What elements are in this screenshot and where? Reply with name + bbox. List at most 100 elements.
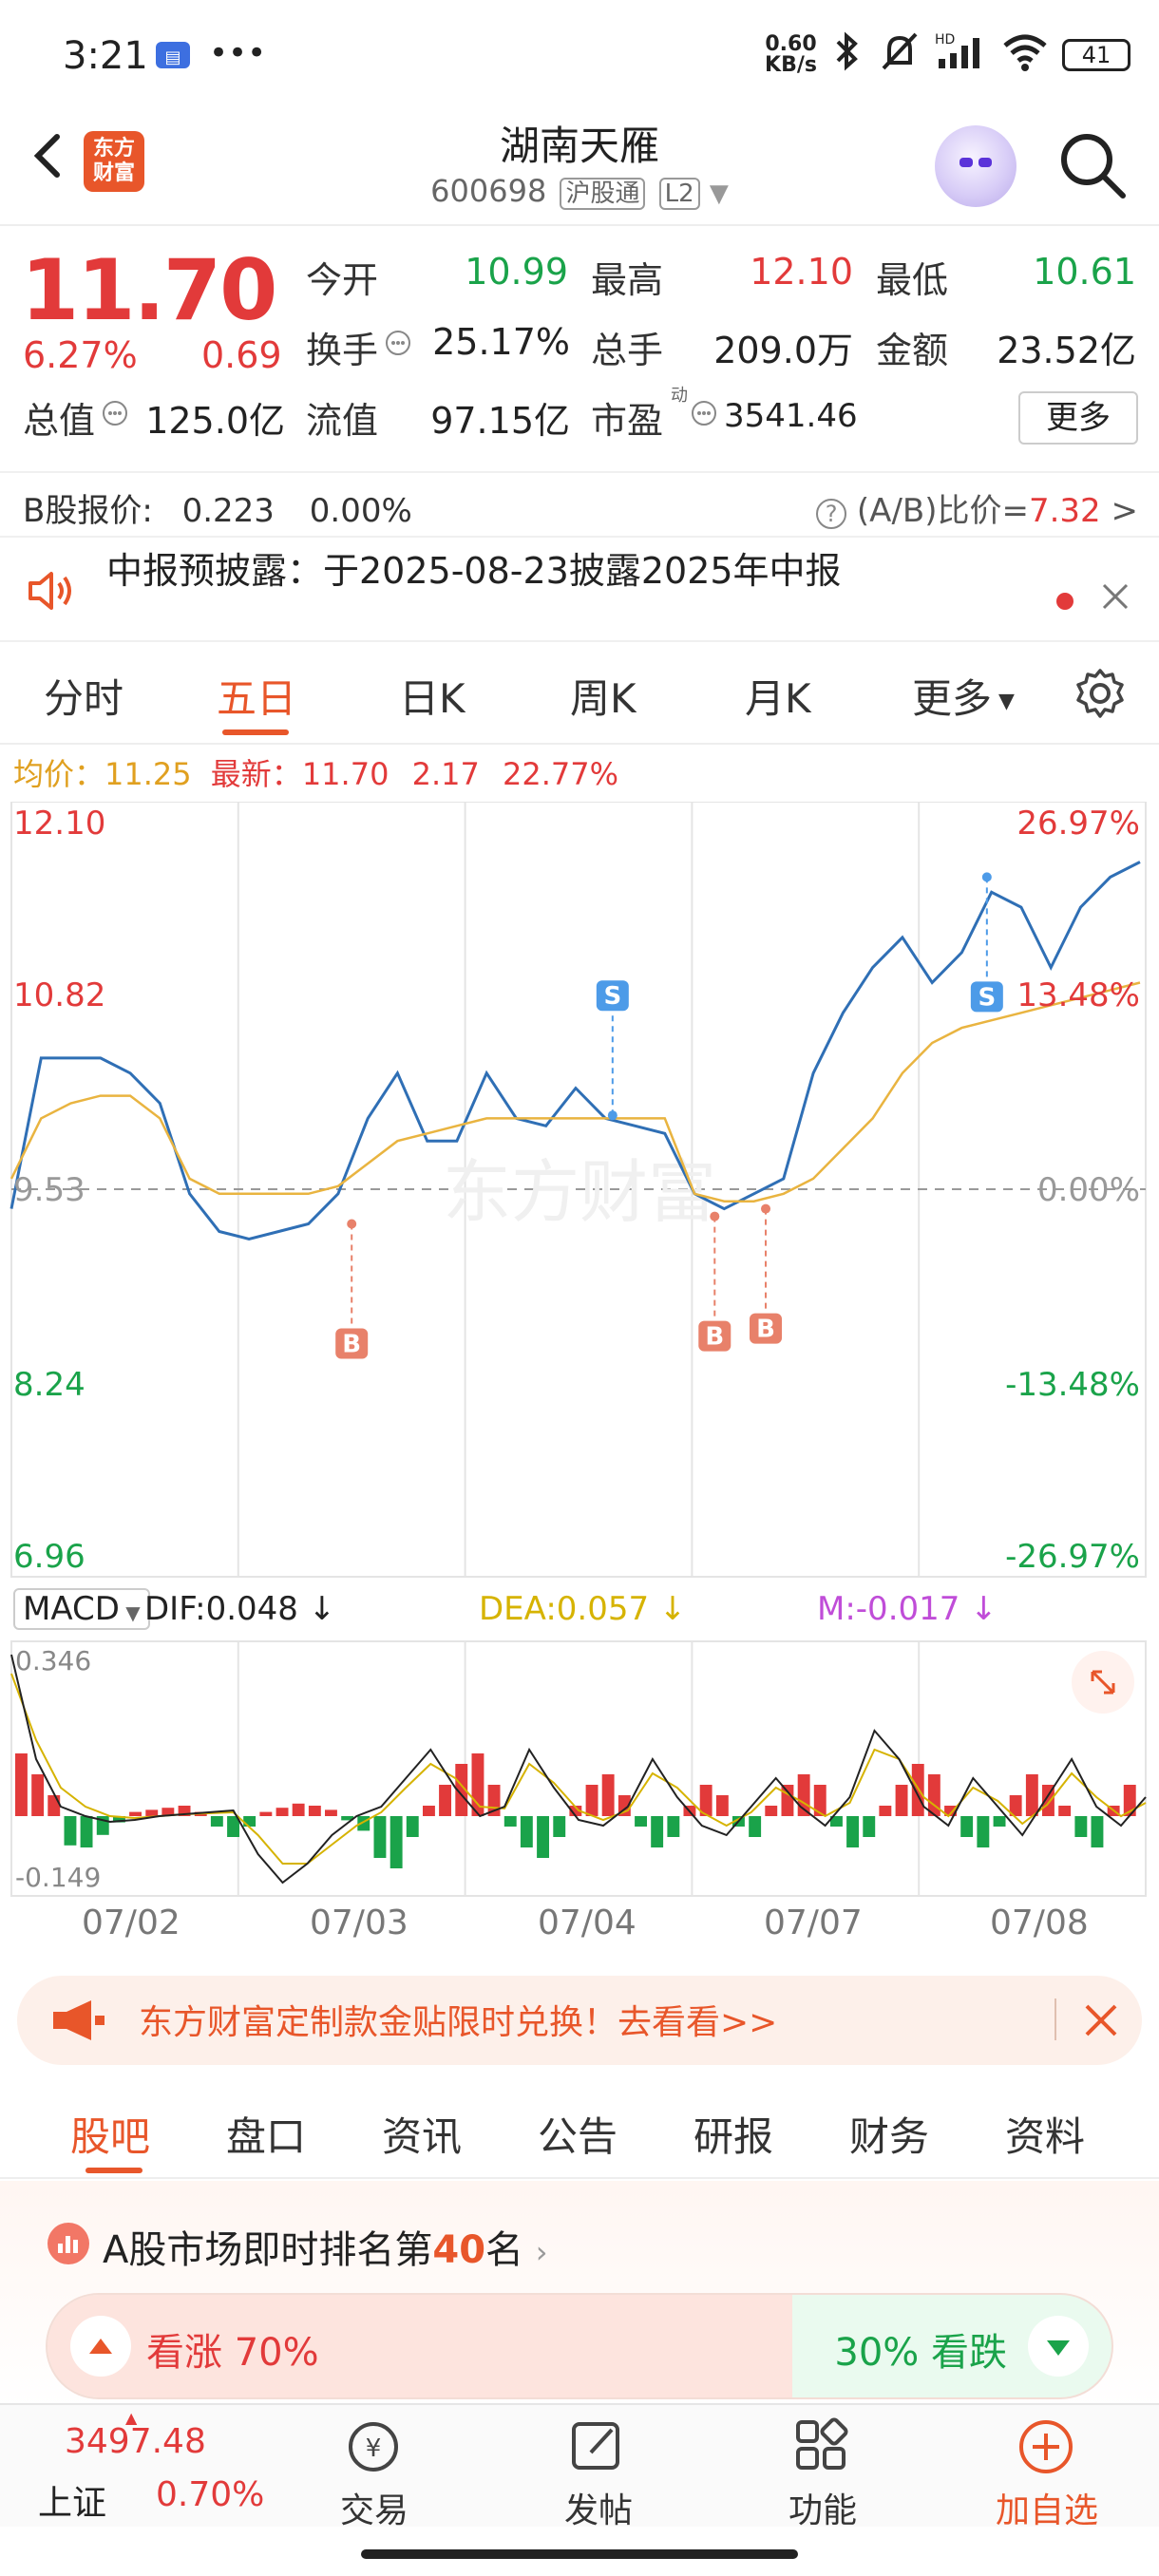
info-icon[interactable] (101, 399, 129, 431)
level-tag: L2 (658, 178, 700, 210)
bearish-text: 30% 看跌 (834, 2331, 1007, 2375)
macd-bar (325, 1809, 337, 1816)
macd-chart[interactable]: 0.346 -0.149 (0, 1634, 1159, 1904)
more-button[interactable]: 更多 (1018, 391, 1138, 445)
promo-text: 东方财富定制款金贴限时兑换！去看看>> (139, 2003, 778, 2042)
macd-dea: DEA:0.057 ↓ (479, 1590, 687, 1628)
promo-banner[interactable]: 东方财富定制款金贴限时兑换！去看看>> (17, 1976, 1142, 2065)
network-speed: 0.60 KB/s (765, 31, 817, 77)
home-indicator (361, 2549, 798, 2559)
back-button[interactable] (21, 127, 78, 184)
total-value-label: 总值 (23, 400, 96, 442)
bar-chart-icon (48, 2223, 89, 2264)
expand-icon[interactable] (1072, 1651, 1134, 1714)
search-icon[interactable] (1054, 127, 1130, 203)
status-bar: 3:21 ▤ ••• 0.60 KB/s HD 41 (0, 0, 1159, 114)
active-tab-indicator (222, 729, 289, 735)
macd-bar (911, 1764, 924, 1816)
sentiment-vote: 看涨 70% 30% 看跌 (48, 2295, 1112, 2397)
macd-bar (960, 1816, 974, 1837)
pe-value: 3541.46 (724, 397, 858, 435)
rank-number: 40 (432, 2228, 486, 2272)
float-value-label: 流值 (306, 400, 379, 442)
settings-gear-icon[interactable] (1074, 667, 1127, 724)
tab-profile[interactable]: 资料 (1005, 2105, 1085, 2163)
tab-announcements[interactable]: 公告 (538, 2105, 618, 2163)
notice-bar[interactable]: 中报预披露：于2025-08-23披露2025年中报 (0, 541, 1159, 642)
nav-trade[interactable]: 交易 (308, 2483, 441, 2532)
close-icon[interactable] (1083, 2002, 1119, 2042)
macd-bar (715, 1795, 729, 1816)
y-tick-label: 8.24 (13, 1366, 86, 1404)
vote-down-button[interactable] (1028, 2316, 1089, 2377)
tab-more[interactable]: 更多 ▼ (912, 667, 1015, 725)
macd-bar (585, 1785, 598, 1816)
pe-dynamic-mark: 动 (671, 386, 688, 406)
macd-bar (879, 1806, 892, 1816)
grid-icon (788, 2416, 855, 2477)
y-tick-label: 9.53 (13, 1171, 86, 1209)
change-percent: 6.27% (23, 334, 138, 376)
index-value[interactable]: 3497.48 (65, 2422, 206, 2461)
tab-order-book[interactable]: 盘口 (226, 2105, 306, 2163)
tab-daily-k[interactable]: 日K (399, 667, 466, 725)
y-tick-label: 10.82 (13, 976, 105, 1014)
date-label: 07/04 (538, 1904, 636, 1942)
macd-bottom-label: -0.149 (15, 1862, 101, 1893)
macd-bar (406, 1816, 419, 1837)
nav-functions[interactable]: 功能 (756, 2483, 889, 2532)
macd-dif: DIF:0.048 ↓ (144, 1590, 336, 1628)
y-pct-tick-label: -13.48% (1005, 1366, 1140, 1404)
macd-dea-line (10, 1673, 1147, 1865)
svg-text:¥: ¥ (366, 2434, 382, 2463)
tab-intraday[interactable]: 分时 (44, 667, 124, 725)
tab-monthly-k[interactable]: 月K (745, 667, 811, 725)
nav-post[interactable]: 发帖 (532, 2483, 665, 2532)
battery-level: 41 (1081, 41, 1112, 68)
pe-label: 市盈 (591, 400, 664, 442)
indicator-select[interactable]: MACD ▼ (13, 1588, 150, 1630)
tab-news[interactable]: 资讯 (382, 2105, 462, 2163)
vote-up-button[interactable] (70, 2316, 131, 2377)
tab-weekly-k[interactable]: 周K (570, 667, 636, 725)
date-label: 07/02 (82, 1904, 180, 1942)
macd-bar (504, 1816, 517, 1827)
turnover-label: 换手 (306, 330, 379, 371)
info-icon[interactable] (690, 399, 718, 431)
caret-down-icon: ▼ (119, 1601, 141, 1624)
tab-five-day[interactable]: 五日 (217, 667, 296, 725)
macd-bar (537, 1816, 549, 1858)
status-icons: 0.60 KB/s HD 41 (765, 30, 1130, 79)
total-value: 125.0亿 (145, 400, 285, 442)
brand-logo: 东方 财富 (84, 131, 144, 192)
wifi-icon (1001, 30, 1049, 79)
index-pct: 0.70% (156, 2475, 265, 2514)
five-day-price-chart[interactable]: 东方财富 12.10 26.97% 10.82 13.48% 9.53 0.00% 8.24 -… (0, 801, 1159, 1584)
five-day-pct: 22.77% (503, 756, 619, 792)
tab-forum[interactable]: 股吧 (70, 2105, 150, 2163)
content-tabs: 股吧 盘口 资讯 公告 研报 财务 资料 (0, 2080, 1159, 2179)
assistant-robot-icon[interactable] (935, 125, 1016, 207)
macd-bar (423, 1806, 435, 1816)
marker-label: B (342, 1331, 361, 1359)
turnover-value: 25.17% (432, 321, 570, 363)
info-icon[interactable] (384, 329, 412, 361)
b-share-pct: 0.00% (309, 492, 412, 530)
ab-ratio[interactable]: ? (A/B)比价=7.32 > (816, 484, 1138, 531)
market-rank[interactable]: A股市场即时排名第40名 › (103, 2219, 548, 2274)
watermark: 东方财富 (443, 1152, 716, 1232)
tab-research[interactable]: 研报 (694, 2105, 773, 2163)
tab-financials[interactable]: 财务 (849, 2105, 929, 2163)
cellular-signal-icon: HD (935, 30, 988, 79)
macd-bar (1058, 1806, 1072, 1816)
macd-bar (64, 1816, 77, 1846)
close-icon[interactable] (1098, 579, 1132, 617)
connect-tag: 沪股通 (560, 178, 646, 210)
macd-bar (292, 1803, 305, 1816)
speaker-icon (25, 564, 78, 621)
b-share-quote: B股报价: 0.223 0.00% (23, 484, 412, 531)
nav-add-watchlist[interactable]: 加自选 (980, 2483, 1113, 2532)
more-notifications-icon: ••• (209, 34, 267, 72)
notice-text: 中报预披露：于2025-08-23披露2025年中报 (106, 550, 842, 592)
macd-bar (80, 1816, 93, 1847)
